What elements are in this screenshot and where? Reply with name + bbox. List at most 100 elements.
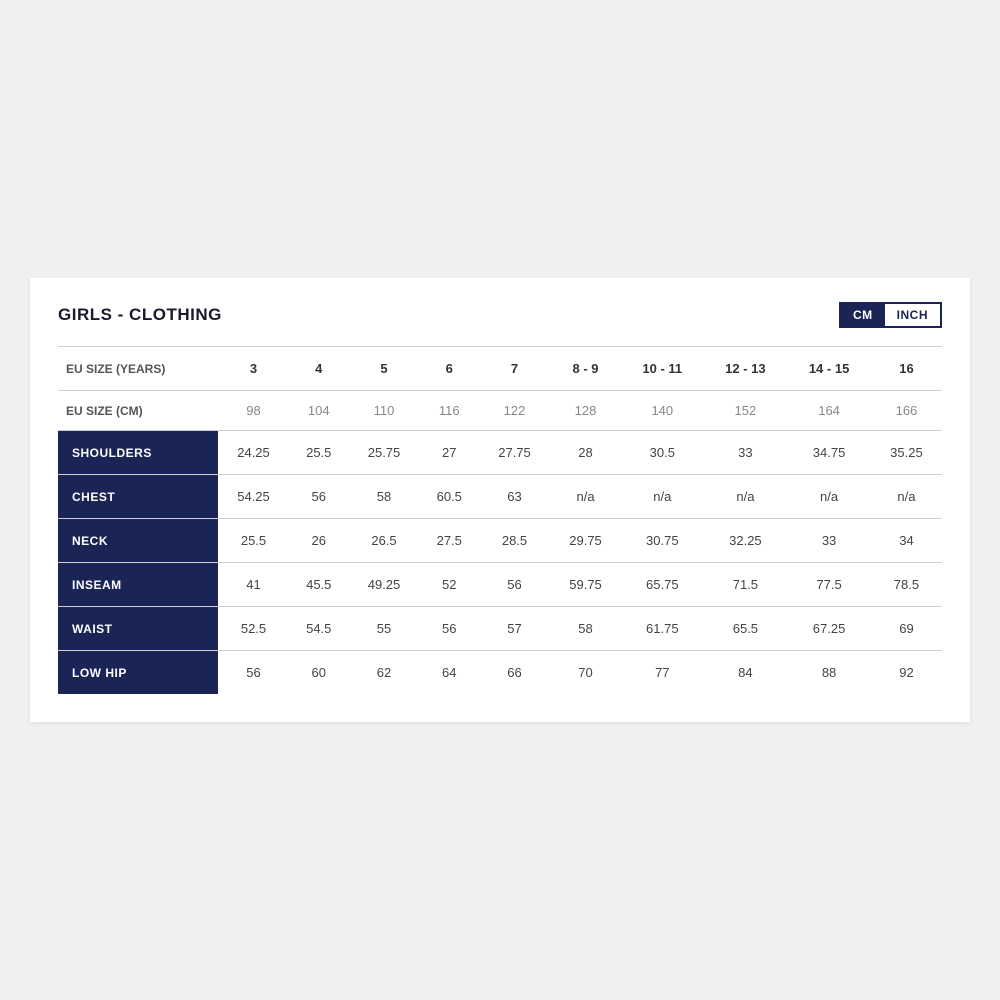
row-label-chest: CHEST bbox=[58, 475, 218, 519]
eu-size-cm-label: EU SIZE (CM) bbox=[58, 391, 218, 431]
measurement-row-neck: NECK25.52626.527.528.529.7530.7532.25333… bbox=[58, 519, 942, 563]
cell-waist-3: 56 bbox=[420, 607, 479, 651]
cell-neck-4: 28.5 bbox=[479, 519, 550, 563]
card-header: GIRLS - CLOTHING CM INCH bbox=[58, 302, 942, 328]
card-title: GIRLS - CLOTHING bbox=[58, 305, 222, 325]
eu-cm-value: 98 bbox=[218, 391, 289, 431]
measurement-row-shoulders: SHOULDERS24.2525.525.752727.752830.53334… bbox=[58, 431, 942, 475]
col-header-5: 5 bbox=[349, 347, 420, 391]
cell-chest-2: 58 bbox=[349, 475, 420, 519]
col-header-12-13: 12 - 13 bbox=[704, 347, 788, 391]
eu-cm-value: 164 bbox=[787, 391, 871, 431]
cell-shoulders-6: 30.5 bbox=[621, 431, 704, 475]
eu-cm-value: 116 bbox=[420, 391, 479, 431]
cell-shoulders-9: 35.25 bbox=[871, 431, 942, 475]
size-table: EU SIZE (YEARS) 345678 - 910 - 1112 - 13… bbox=[58, 346, 942, 694]
row-label-shoulders: SHOULDERS bbox=[58, 431, 218, 475]
measurement-row-chest: CHEST54.25565860.563n/an/an/an/an/a bbox=[58, 475, 942, 519]
cell-low hip-1: 60 bbox=[289, 651, 348, 695]
cell-shoulders-4: 27.75 bbox=[479, 431, 550, 475]
cell-waist-1: 54.5 bbox=[289, 607, 348, 651]
cell-shoulders-0: 24.25 bbox=[218, 431, 289, 475]
cell-inseam-1: 45.5 bbox=[289, 563, 348, 607]
cell-chest-0: 54.25 bbox=[218, 475, 289, 519]
cell-chest-3: 60.5 bbox=[420, 475, 479, 519]
cell-chest-7: n/a bbox=[704, 475, 788, 519]
eu-cm-value: 152 bbox=[704, 391, 788, 431]
row-label-low hip: LOW HIP bbox=[58, 651, 218, 695]
inch-button[interactable]: INCH bbox=[885, 304, 940, 326]
cell-low hip-7: 84 bbox=[704, 651, 788, 695]
cell-neck-1: 26 bbox=[289, 519, 348, 563]
cell-waist-5: 58 bbox=[550, 607, 621, 651]
cell-inseam-9: 78.5 bbox=[871, 563, 942, 607]
row-label-waist: WAIST bbox=[58, 607, 218, 651]
cell-waist-6: 61.75 bbox=[621, 607, 704, 651]
cm-button[interactable]: CM bbox=[841, 304, 885, 326]
cell-neck-7: 32.25 bbox=[704, 519, 788, 563]
cell-chest-9: n/a bbox=[871, 475, 942, 519]
cell-low hip-8: 88 bbox=[787, 651, 871, 695]
cell-low hip-6: 77 bbox=[621, 651, 704, 695]
eu-cm-value: 110 bbox=[349, 391, 420, 431]
eu-cm-value: 104 bbox=[289, 391, 348, 431]
cell-chest-8: n/a bbox=[787, 475, 871, 519]
measurement-row-waist: WAIST52.554.55556575861.7565.567.2569 bbox=[58, 607, 942, 651]
cell-neck-3: 27.5 bbox=[420, 519, 479, 563]
row-label-neck: NECK bbox=[58, 519, 218, 563]
cell-neck-2: 26.5 bbox=[349, 519, 420, 563]
eu-size-years-header: EU SIZE (YEARS) bbox=[58, 347, 218, 391]
col-header-4: 4 bbox=[289, 347, 348, 391]
cell-inseam-7: 71.5 bbox=[704, 563, 788, 607]
cell-shoulders-7: 33 bbox=[704, 431, 788, 475]
eu-cm-value: 128 bbox=[550, 391, 621, 431]
cell-inseam-5: 59.75 bbox=[550, 563, 621, 607]
cell-low hip-5: 70 bbox=[550, 651, 621, 695]
measurement-row-inseam: INSEAM4145.549.25525659.7565.7571.577.57… bbox=[58, 563, 942, 607]
cell-chest-6: n/a bbox=[621, 475, 704, 519]
eu-cm-value: 122 bbox=[479, 391, 550, 431]
cell-neck-0: 25.5 bbox=[218, 519, 289, 563]
cell-shoulders-2: 25.75 bbox=[349, 431, 420, 475]
col-header-6: 6 bbox=[420, 347, 479, 391]
col-header-10-11: 10 - 11 bbox=[621, 347, 704, 391]
cell-low hip-2: 62 bbox=[349, 651, 420, 695]
cell-neck-8: 33 bbox=[787, 519, 871, 563]
col-header-14-15: 14 - 15 bbox=[787, 347, 871, 391]
col-header-7: 7 bbox=[479, 347, 550, 391]
cell-waist-8: 67.25 bbox=[787, 607, 871, 651]
cell-neck-6: 30.75 bbox=[621, 519, 704, 563]
cell-low hip-9: 92 bbox=[871, 651, 942, 695]
cell-low hip-3: 64 bbox=[420, 651, 479, 695]
eu-cm-value: 140 bbox=[621, 391, 704, 431]
measurement-row-low-hip: LOW HIP56606264667077848892 bbox=[58, 651, 942, 695]
cell-low hip-0: 56 bbox=[218, 651, 289, 695]
cell-low hip-4: 66 bbox=[479, 651, 550, 695]
cell-inseam-6: 65.75 bbox=[621, 563, 704, 607]
cell-inseam-0: 41 bbox=[218, 563, 289, 607]
cell-shoulders-3: 27 bbox=[420, 431, 479, 475]
eu-size-cm-row: EU SIZE (CM) 981041101161221281401521641… bbox=[58, 391, 942, 431]
eu-cm-value: 166 bbox=[871, 391, 942, 431]
header-row-years: EU SIZE (YEARS) 345678 - 910 - 1112 - 13… bbox=[58, 347, 942, 391]
unit-toggle: CM INCH bbox=[839, 302, 942, 328]
col-header-3: 3 bbox=[218, 347, 289, 391]
cell-shoulders-1: 25.5 bbox=[289, 431, 348, 475]
cell-inseam-8: 77.5 bbox=[787, 563, 871, 607]
cell-waist-2: 55 bbox=[349, 607, 420, 651]
cell-waist-9: 69 bbox=[871, 607, 942, 651]
row-label-inseam: INSEAM bbox=[58, 563, 218, 607]
cell-inseam-3: 52 bbox=[420, 563, 479, 607]
col-header-16: 16 bbox=[871, 347, 942, 391]
cell-shoulders-8: 34.75 bbox=[787, 431, 871, 475]
cell-chest-5: n/a bbox=[550, 475, 621, 519]
col-header-8-9: 8 - 9 bbox=[550, 347, 621, 391]
page-wrapper: GIRLS - CLOTHING CM INCH EU SIZE (YEARS)… bbox=[0, 0, 1000, 1000]
cell-neck-9: 34 bbox=[871, 519, 942, 563]
cell-chest-4: 63 bbox=[479, 475, 550, 519]
size-chart-card: GIRLS - CLOTHING CM INCH EU SIZE (YEARS)… bbox=[30, 278, 970, 722]
cell-chest-1: 56 bbox=[289, 475, 348, 519]
cell-inseam-2: 49.25 bbox=[349, 563, 420, 607]
cell-waist-7: 65.5 bbox=[704, 607, 788, 651]
cell-inseam-4: 56 bbox=[479, 563, 550, 607]
